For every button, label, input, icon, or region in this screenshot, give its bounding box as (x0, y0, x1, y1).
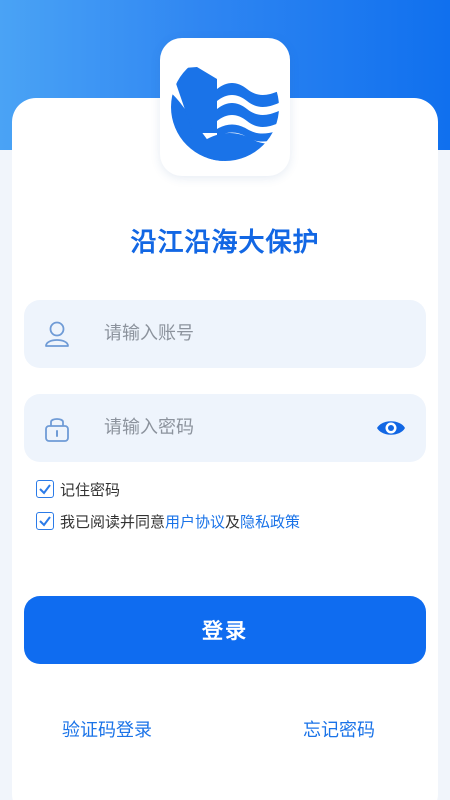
login-button[interactable]: 登录 (24, 596, 426, 664)
remember-checkbox[interactable] (36, 480, 54, 498)
user-agreement-link[interactable]: 用户协议 (165, 511, 225, 532)
and-text: 及 (225, 512, 241, 531)
agree-checkbox[interactable] (36, 512, 54, 530)
app-logo (160, 38, 290, 176)
dam-waves-logo-icon (171, 67, 279, 161)
password-field[interactable]: 请输入密码 (24, 394, 426, 462)
account-field[interactable]: 请输入账号 (24, 300, 426, 368)
eye-icon[interactable] (376, 416, 406, 440)
account-input[interactable]: 请输入账号 (104, 300, 194, 368)
forgot-password-link[interactable]: 忘记密码 (303, 716, 375, 742)
privacy-policy-link[interactable]: 隐私政策 (240, 511, 300, 532)
agree-prefix: 我已阅读并同意 (60, 512, 166, 531)
password-input[interactable]: 请输入密码 (104, 394, 194, 462)
agreement-row: 我已阅读并同意 用户协议 及 隐私政策 (36, 510, 300, 532)
check-icon (39, 484, 51, 495)
check-icon (39, 516, 51, 527)
sms-login-link[interactable]: 验证码登录 (62, 716, 152, 742)
app-title: 沿江沿海大保护 (130, 228, 320, 258)
remember-password-row: 记住密码 (36, 478, 120, 500)
user-icon (45, 321, 69, 347)
lock-icon (45, 418, 69, 442)
remember-label: 记住密码 (60, 480, 121, 499)
